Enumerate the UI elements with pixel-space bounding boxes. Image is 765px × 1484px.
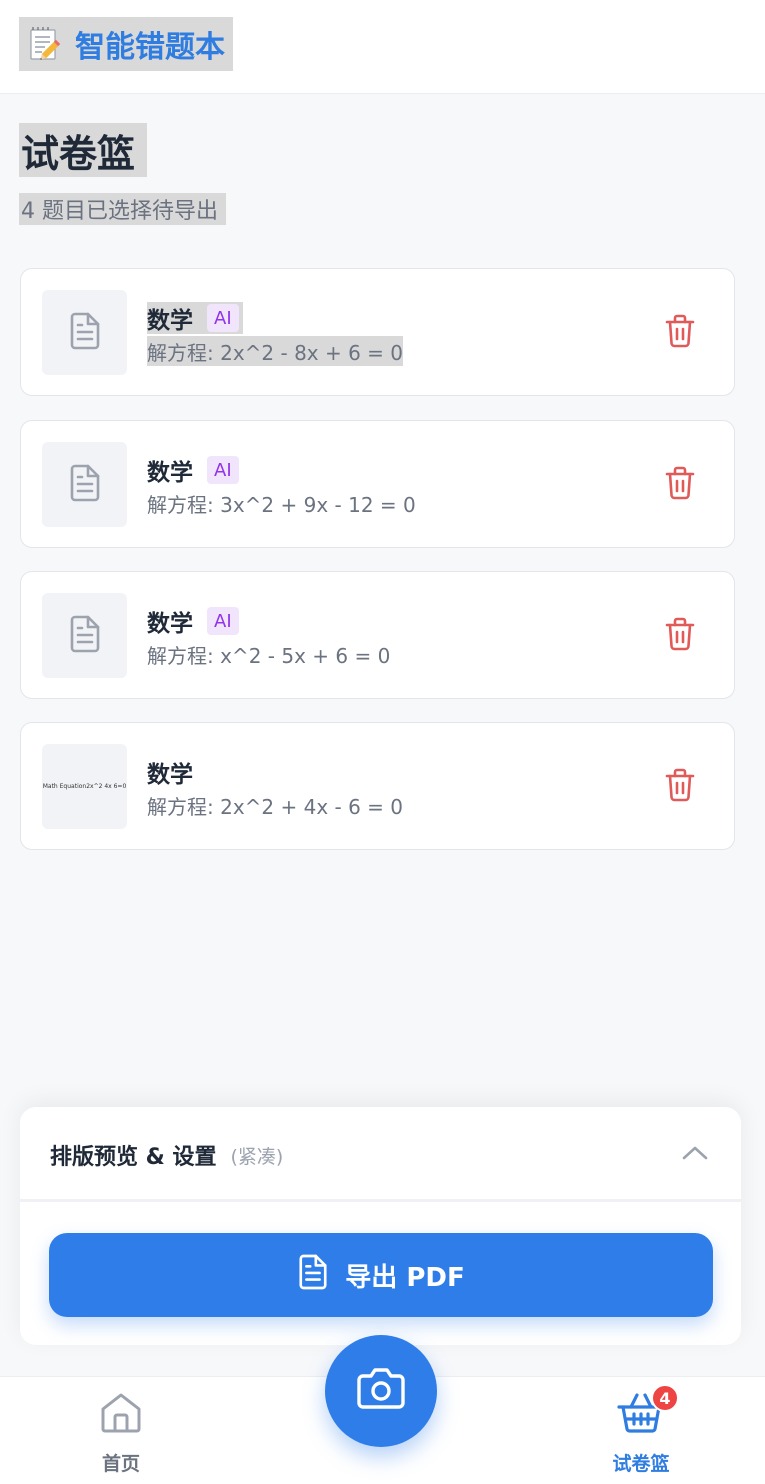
page-title: 试卷篮 — [19, 123, 148, 177]
question-thumbnail: Math Equation2x^2 4x 6=0 — [42, 744, 127, 829]
export-pdf-label: 导出 PDF — [345, 1262, 465, 1293]
settings-title-text: 排版预览 & 设置 — [50, 1145, 217, 1170]
brand[interactable]: 智能错题本 — [19, 17, 233, 71]
question-text: 解方程: 3x^2 + 9x - 12 = 0 — [147, 492, 416, 517]
trash-icon — [665, 768, 695, 806]
delete-button[interactable] — [662, 313, 698, 353]
question-text: 解方程: 2x^2 - 8x + 6 = 0 — [147, 336, 404, 366]
home-icon — [99, 1391, 143, 1439]
subject-row: 数学 AI — [147, 605, 239, 637]
trash-icon — [665, 466, 695, 504]
document-icon — [68, 463, 102, 507]
question-thumbnail — [42, 290, 127, 375]
selection-count-text: 4 题目已选择待导出 — [19, 193, 226, 225]
question-thumbnail — [42, 593, 127, 678]
top-header: 智能错题本 — [0, 0, 765, 94]
nav-basket-label: 试卷篮 — [612, 1453, 670, 1475]
question-card[interactable]: Math Equation2x^2 4x 6=0 数学 解方程: 2x^2 + … — [20, 722, 735, 850]
app-root: 智能错题本 试卷篮 4 题目已选择待导出 数学 AI 解方程: 2x^2 - 8… — [0, 0, 765, 1484]
nav-home[interactable]: 首页 — [80, 1391, 162, 1479]
question-card[interactable]: 数学 AI 解方程: 2x^2 - 8x + 6 = 0 — [20, 268, 735, 396]
subject-label: 数学 — [147, 460, 193, 486]
delete-button[interactable] — [662, 616, 698, 656]
app-title: 智能错题本 — [71, 17, 233, 71]
document-icon — [297, 1253, 345, 1298]
trash-icon — [665, 617, 695, 655]
export-pdf-button[interactable]: 导出 PDF — [49, 1233, 713, 1317]
thumbnail-text: Math Equation2x^2 4x 6=0 — [42, 783, 127, 790]
nav-exam-basket[interactable]: 4 试卷篮 — [598, 1384, 684, 1479]
delete-button[interactable] — [662, 767, 698, 807]
subject-label: 数学 — [147, 762, 193, 788]
question-text: 解方程: 2x^2 + 4x - 6 = 0 — [147, 794, 404, 819]
question-text: 解方程: x^2 - 5x + 6 = 0 — [147, 643, 391, 668]
subject-label: 数学 — [147, 308, 193, 334]
layout-settings-panel: 排版预览 & 设置 (紧凑) 导出 PDF — [20, 1107, 741, 1345]
subject-row: 数学 AI — [147, 454, 239, 486]
question-card[interactable]: 数学 AI 解方程: 3x^2 + 9x - 12 = 0 — [20, 420, 735, 548]
camera-button[interactable] — [325, 1335, 437, 1447]
question-thumbnail — [42, 442, 127, 527]
subject-row: 数学 — [147, 756, 193, 788]
chevron-up-icon — [682, 1145, 708, 1165]
ai-badge: AI — [207, 607, 239, 635]
trash-icon — [665, 314, 695, 352]
subject-row: 数学 AI — [147, 302, 243, 334]
question-card[interactable]: 数学 AI 解方程: x^2 - 5x + 6 = 0 — [20, 571, 735, 699]
basket-count-badge: 4 — [651, 1384, 679, 1412]
document-icon — [68, 311, 102, 355]
settings-panel-header[interactable]: 排版预览 & 设置 (紧凑) — [20, 1107, 741, 1202]
camera-icon — [354, 1367, 408, 1415]
settings-toggle-button[interactable] — [681, 1141, 709, 1169]
settings-title: 排版预览 & 设置 (紧凑) — [50, 1137, 283, 1173]
delete-button[interactable] — [662, 465, 698, 505]
layout-mode-text: (紧凑) — [230, 1145, 284, 1168]
document-icon — [68, 614, 102, 658]
nav-home-label: 首页 — [101, 1453, 140, 1475]
ai-badge: AI — [207, 456, 239, 484]
ai-badge: AI — [207, 304, 239, 332]
memo-pencil-icon — [19, 17, 71, 71]
subject-label: 数学 — [147, 611, 193, 637]
